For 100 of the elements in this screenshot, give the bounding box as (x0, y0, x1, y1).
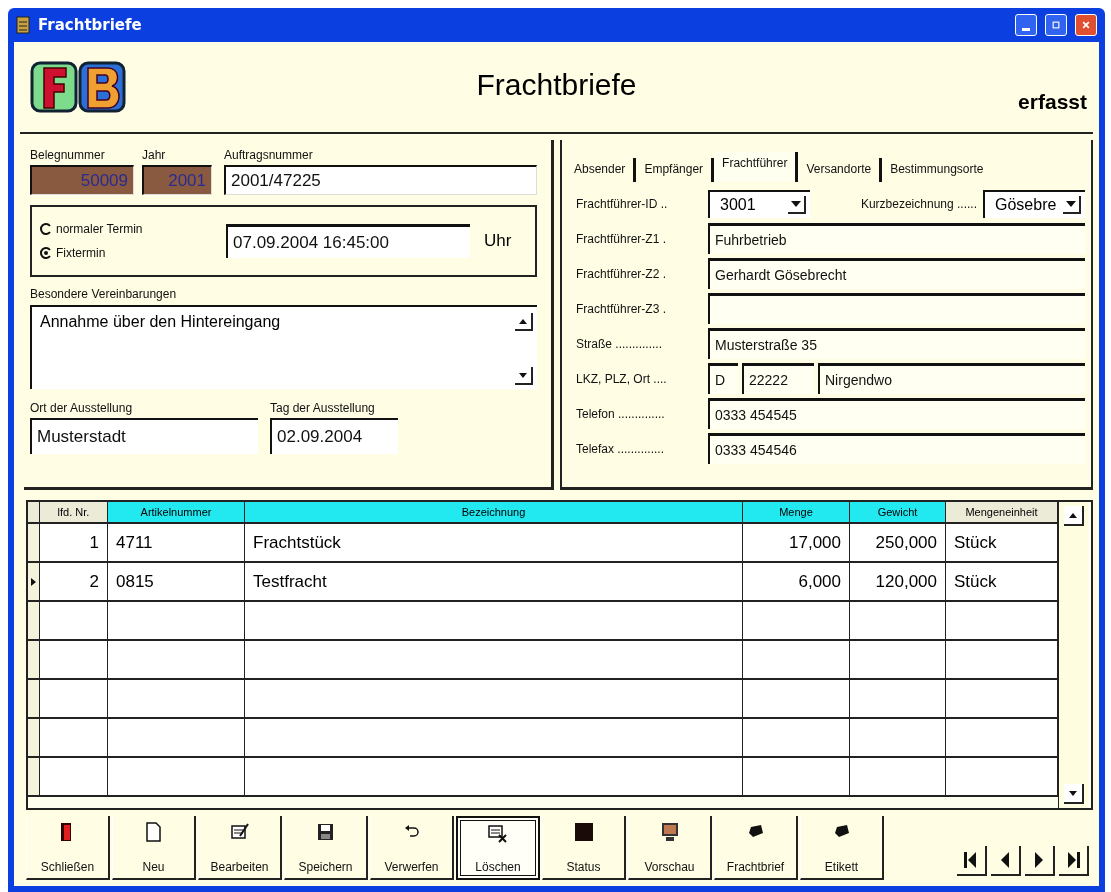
unit-label: Uhr (484, 231, 512, 251)
down-arrow-icon (1066, 200, 1076, 207)
row-selector[interactable] (28, 524, 40, 563)
table-cell: 4711 (108, 524, 245, 563)
row-selector[interactable] (28, 563, 40, 602)
row-selector[interactable] (28, 719, 40, 758)
form-icon (16, 16, 30, 34)
field-label: Frachtführer-Z2 . (576, 266, 668, 281)
row-selector[interactable] (28, 641, 40, 680)
text-field[interactable]: Musterstraße 35 (708, 328, 1085, 359)
order-number-field[interactable]: 2001/47225 (224, 165, 537, 195)
dropdown-value: Gösebre (995, 195, 1057, 214)
maximize-icon (1052, 18, 1060, 32)
field-label: LKZ, PLZ, Ort .... (576, 371, 668, 386)
table-cell: Stück (946, 563, 1058, 602)
field-label: Kurzbezeichnung ...... (860, 196, 977, 211)
table-cell: 17,000 (743, 524, 850, 563)
row-selector[interactable] (28, 602, 40, 641)
form-title: Frachtbriefe (476, 68, 637, 102)
dropdown-field[interactable]: Gösebre (983, 189, 1085, 218)
up-arrow-icon (519, 318, 527, 324)
field-label: Frachtführer-Z1 . (576, 231, 668, 246)
minimize-button[interactable] (1015, 14, 1037, 36)
notes-text: Annahme über den Hintereingang (40, 313, 281, 332)
text-field[interactable]: 22222 (742, 363, 814, 394)
toolbar-button[interactable]: Frachtbrief (714, 816, 798, 880)
radio-option[interactable]: normaler Termin (40, 222, 226, 236)
field-label: Straße .............. (576, 336, 664, 351)
toolbar-button[interactable]: Verwerfen (370, 816, 454, 880)
tab[interactable]: Absender (566, 158, 637, 182)
text-field[interactable]: 0333 454546 (708, 433, 1085, 464)
toolbar-button[interactable]: Vorschau (628, 816, 712, 880)
dropdown-field[interactable]: 3001 (708, 189, 810, 218)
delete-icon (488, 824, 508, 844)
toolbar-button[interactable]: Etikett (800, 816, 884, 880)
page-icon (143, 822, 164, 842)
row-pointer-icon (31, 577, 36, 586)
table-cell: 250,000 (850, 524, 946, 563)
table-cell: Testfracht (245, 563, 743, 602)
square-icon (573, 822, 594, 842)
radio-option[interactable]: Fixtermin (40, 246, 226, 260)
minimize-icon (1022, 27, 1030, 31)
table-cell (40, 641, 108, 680)
toolbar-button[interactable]: Löschen (456, 816, 540, 880)
table-cell (40, 602, 108, 641)
table-cell: 2 (40, 563, 108, 602)
table-cell: 6,000 (743, 563, 850, 602)
close-button[interactable] (1075, 14, 1097, 36)
up-arrow-icon (1068, 512, 1077, 518)
table-cell: Frachtstück (245, 524, 743, 563)
text-field[interactable] (708, 293, 1085, 324)
first-record-icon (963, 851, 979, 869)
down-arrow-icon (791, 200, 801, 207)
toolbar-button[interactable]: Neu (112, 816, 196, 880)
table-cell: Stück (946, 524, 1058, 563)
text-field[interactable]: Gerhardt Gösebrecht (708, 258, 1085, 289)
toolbar-button[interactable]: Speichern (284, 816, 368, 880)
toolbar-button[interactable]: Bearbeiten (198, 816, 282, 880)
edit-icon (229, 822, 250, 842)
field-label: Auftragsnummer (224, 148, 314, 162)
down-arrow-icon (519, 372, 527, 378)
window-title: Frachtbriefe (38, 16, 142, 34)
column-header[interactable]: Bezeichnung (245, 502, 743, 524)
field-label: Besondere Vereinbarungen (30, 287, 177, 301)
table-cell: 0815 (108, 563, 245, 602)
row-selector[interactable] (28, 758, 40, 797)
column-header[interactable]: Menge (743, 502, 850, 524)
datetime-field[interactable]: 07.09.2004 16:45:00 (226, 224, 470, 258)
scroll-down-button[interactable] (1063, 784, 1084, 804)
field-label: Ort der Ausstellung (30, 401, 134, 415)
table-cell (40, 680, 108, 719)
field-label: Frachtführer-Z3 . (576, 301, 668, 316)
text-field[interactable]: 0333 454545 (708, 398, 1085, 429)
scroll-up-button[interactable] (1063, 506, 1084, 526)
date-field[interactable]: 02.09.2004 (270, 418, 398, 454)
toolbar-button[interactable]: Status (542, 816, 626, 880)
column-header[interactable]: Artikelnummer (108, 502, 245, 524)
row-selector[interactable] (28, 680, 40, 719)
field-label: Tag der Ausstellung (270, 401, 376, 415)
toolbar-button[interactable]: Schließen (26, 816, 110, 880)
text-field[interactable]: Fuhrbetrieb (708, 223, 1085, 254)
tab[interactable]: Versandorte (798, 158, 883, 182)
field-label: Telefon .............. (576, 406, 666, 421)
field-label: Jahr (142, 148, 167, 162)
field-label: Belegnummer (30, 148, 106, 162)
table-cell: 120,000 (850, 563, 946, 602)
column-header[interactable]: lfd. Nr. (40, 502, 108, 524)
maximize-button[interactable] (1045, 14, 1067, 36)
table-cell (40, 758, 108, 797)
text-field[interactable]: D (708, 363, 738, 394)
notes-field[interactable]: Annahme über den Hintereingang (30, 305, 537, 389)
column-header[interactable]: Mengeneinheit (946, 502, 1058, 524)
column-header[interactable]: Gewicht (850, 502, 946, 524)
last-record-icon (1065, 851, 1081, 869)
text-field[interactable]: Nirgendwo (818, 363, 1085, 394)
field-label: Telefax .............. (576, 441, 666, 456)
table-cell: 1 (40, 524, 108, 563)
place-field[interactable]: Musterstadt (30, 418, 258, 454)
tab[interactable]: Bestimmungsorte (882, 158, 992, 182)
tab[interactable]: Frachtführer (714, 152, 799, 182)
